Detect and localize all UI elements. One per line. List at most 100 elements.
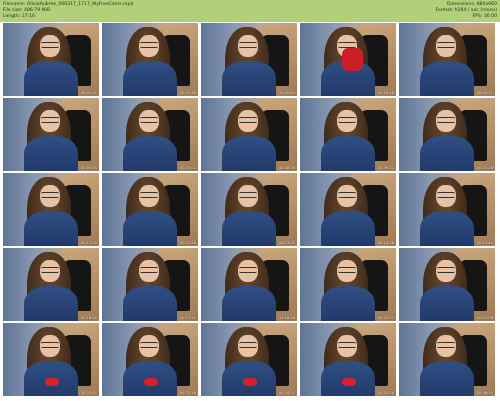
denim-jacket bbox=[222, 60, 276, 96]
denim-jacket bbox=[222, 135, 276, 171]
video-thumbnail[interactable]: 00:02:41 bbox=[201, 23, 297, 96]
glasses bbox=[437, 116, 455, 123]
thumbnail-timestamp: 00:11:21 bbox=[80, 241, 97, 245]
denim-jacket bbox=[24, 60, 78, 96]
denim-jacket bbox=[420, 285, 474, 321]
video-thumbnail[interactable]: 00:07:01 bbox=[102, 98, 198, 171]
thumbnail-timestamp: 00:08:06 bbox=[278, 166, 295, 170]
glasses bbox=[338, 341, 356, 348]
denim-jacket bbox=[123, 135, 177, 171]
glasses bbox=[338, 41, 356, 48]
denim-jacket bbox=[123, 285, 177, 321]
red-top bbox=[342, 378, 356, 386]
video-thumbnail[interactable]: 00:09:11 bbox=[300, 98, 396, 171]
glasses bbox=[41, 41, 59, 48]
glasses bbox=[41, 266, 59, 273]
denim-jacket bbox=[123, 60, 177, 96]
glasses bbox=[140, 341, 158, 348]
video-thumbnail[interactable]: 00:26:31 bbox=[399, 323, 495, 396]
glasses bbox=[437, 341, 455, 348]
video-thumbnail[interactable]: 00:21:06 bbox=[399, 248, 495, 321]
thumbnail-timestamp: 00:13:31 bbox=[278, 241, 295, 245]
denim-jacket bbox=[321, 135, 375, 171]
thumbnail-timestamp: 00:03:46 bbox=[377, 91, 394, 95]
video-thumbnail[interactable]: 00:14:36 bbox=[300, 173, 396, 246]
denim-jacket bbox=[24, 135, 78, 171]
video-thumbnail[interactable]: 00:23:16 bbox=[102, 323, 198, 396]
thumbnail-timestamp: 00:01:36 bbox=[179, 91, 196, 95]
video-thumbnail[interactable]: 00:22:11 bbox=[3, 323, 99, 396]
video-thumbnail[interactable]: 00:10:16 bbox=[399, 98, 495, 171]
info-header: Filename: OliviaAubree_060317_1717_MyFre… bbox=[0, 0, 500, 22]
thumbnail-timestamp: 00:20:01 bbox=[377, 316, 394, 320]
thumbnail-timestamp: 00:17:51 bbox=[179, 316, 196, 320]
denim-jacket bbox=[24, 285, 78, 321]
glasses bbox=[338, 191, 356, 198]
glasses bbox=[41, 341, 59, 348]
glasses bbox=[239, 116, 257, 123]
header-right-info: Dimensions: 880x660 Format: h264 / aac (… bbox=[435, 2, 497, 20]
denim-jacket bbox=[420, 60, 474, 96]
video-thumbnail[interactable]: 00:13:31 bbox=[201, 173, 297, 246]
glasses bbox=[437, 266, 455, 273]
video-thumbnail[interactable]: 00:18:56 bbox=[201, 248, 297, 321]
denim-jacket bbox=[123, 210, 177, 246]
glasses bbox=[140, 41, 158, 48]
fps-label: FPS: 30.00 bbox=[472, 14, 498, 19]
glasses bbox=[140, 116, 158, 123]
thumbnail-timestamp: 00:09:11 bbox=[377, 166, 394, 170]
video-thumbnail[interactable]: 00:03:46 bbox=[300, 23, 396, 96]
glasses bbox=[140, 266, 158, 273]
denim-jacket bbox=[321, 285, 375, 321]
thumbnail-timestamp: 00:07:01 bbox=[179, 166, 196, 170]
thumbnail-timestamp: 00:12:26 bbox=[179, 241, 196, 245]
glasses bbox=[338, 116, 356, 123]
thumbnail-timestamp: 00:05:56 bbox=[80, 166, 97, 170]
video-thumbnail[interactable]: 00:20:01 bbox=[300, 248, 396, 321]
thumbnail-timestamp: 00:25:26 bbox=[377, 391, 394, 395]
video-thumbnail[interactable]: 00:08:06 bbox=[201, 98, 297, 171]
glasses bbox=[239, 191, 257, 198]
video-thumbnail[interactable]: 00:17:51 bbox=[102, 248, 198, 321]
glasses bbox=[437, 191, 455, 198]
denim-jacket bbox=[420, 135, 474, 171]
video-thumbnail[interactable]: 00:01:36 bbox=[102, 23, 198, 96]
thumbnail-timestamp: 00:24:21 bbox=[278, 391, 295, 395]
thumbnail-timestamp: 00:21:06 bbox=[476, 316, 493, 320]
denim-jacket bbox=[222, 210, 276, 246]
thumbnail-timestamp: 00:23:16 bbox=[179, 391, 196, 395]
glasses bbox=[41, 191, 59, 198]
red-top bbox=[144, 378, 158, 386]
glasses bbox=[239, 266, 257, 273]
thumbnail-timestamp: 00:04:51 bbox=[476, 91, 493, 95]
glasses bbox=[140, 191, 158, 198]
video-thumbnail[interactable]: 00:25:26 bbox=[300, 323, 396, 396]
thumbnail-grid: 00:00:31 00:01:36 00:02:41 00:03:46 00:04:51… bbox=[3, 23, 495, 396]
glasses bbox=[239, 41, 257, 48]
video-thumbnail[interactable]: 00:24:21 bbox=[201, 323, 297, 396]
glasses bbox=[437, 41, 455, 48]
video-thumbnail[interactable]: 00:00:31 bbox=[3, 23, 99, 96]
video-thumbnail[interactable]: 00:11:21 bbox=[3, 173, 99, 246]
red-top bbox=[45, 378, 59, 386]
video-thumbnail[interactable]: 00:16:46 bbox=[3, 248, 99, 321]
header-left-info: Filename: OliviaAubree_060317_1717_MyFre… bbox=[3, 2, 133, 20]
red-mug bbox=[342, 47, 364, 72]
glasses bbox=[338, 266, 356, 273]
video-thumbnail[interactable]: 00:15:41 bbox=[399, 173, 495, 246]
thumbnail-timestamp: 00:18:56 bbox=[278, 316, 295, 320]
denim-jacket bbox=[420, 210, 474, 246]
video-thumbnail[interactable]: 00:12:26 bbox=[102, 173, 198, 246]
denim-jacket bbox=[222, 285, 276, 321]
video-thumbnail[interactable]: 00:04:51 bbox=[399, 23, 495, 96]
denim-jacket bbox=[420, 360, 474, 396]
denim-jacket bbox=[24, 210, 78, 246]
length-label: Length: 27:16 bbox=[3, 14, 36, 19]
thumbnail-timestamp: 00:00:31 bbox=[80, 91, 97, 95]
video-thumbnail[interactable]: 00:05:56 bbox=[3, 98, 99, 171]
contact-sheet: Filename: OliviaAubree_060317_1717_MyFre… bbox=[0, 0, 500, 401]
thumbnail-timestamp: 00:15:41 bbox=[476, 241, 493, 245]
thumbnail-timestamp: 00:02:41 bbox=[278, 91, 295, 95]
thumbnail-timestamp: 00:10:16 bbox=[476, 166, 493, 170]
glasses bbox=[239, 341, 257, 348]
